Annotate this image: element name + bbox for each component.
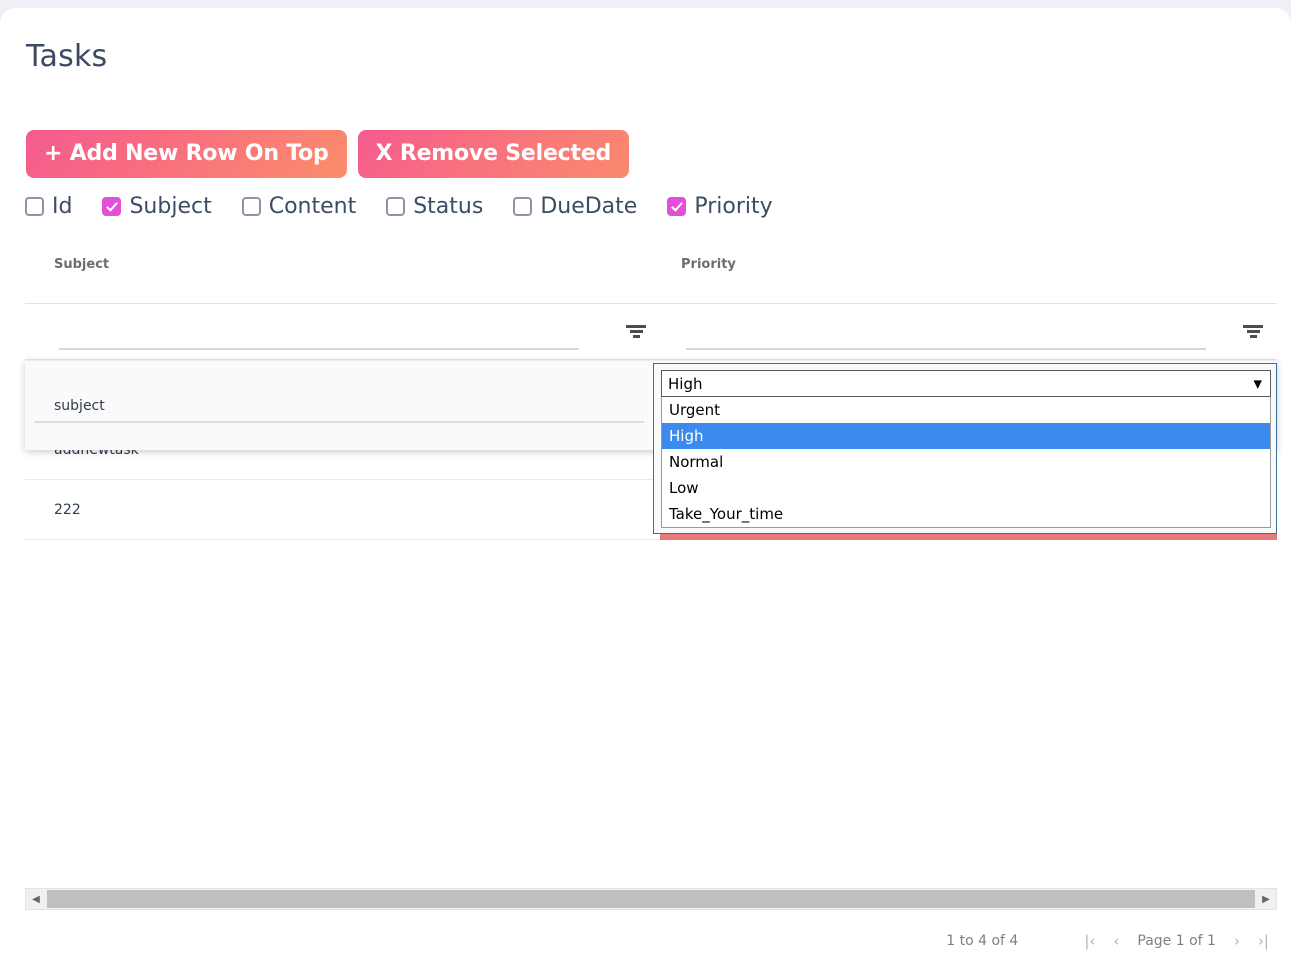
horizontal-scrollbar[interactable]: ◀ ▶ — [25, 888, 1277, 910]
remove-selected-button[interactable]: X Remove Selected — [357, 130, 630, 178]
priority-select-value: High — [668, 374, 703, 393]
page-label: Page 1 of 1 — [1137, 933, 1216, 949]
column-toggle-subject[interactable]: Subject — [102, 194, 212, 219]
checkbox-priority-icon[interactable] — [667, 197, 687, 216]
filter-input-subject[interactable] — [59, 324, 579, 350]
checkbox-content-icon[interactable] — [241, 197, 261, 216]
column-toggle-id-label: Id — [52, 194, 73, 219]
column-toggle-duedate-label: DueDate — [540, 194, 638, 219]
scrollbar-thumb[interactable] — [47, 890, 1255, 908]
checkbox-subject-icon[interactable] — [102, 197, 122, 216]
filter-input-priority[interactable] — [686, 324, 1206, 350]
cell-subject[interactable]: 222 — [25, 480, 660, 540]
add-new-row-button[interactable]: + Add New Row On Top — [26, 130, 347, 178]
column-toggle-status-label: Status — [413, 194, 484, 219]
priority-select-display[interactable]: High ▼ — [661, 370, 1271, 397]
option-urgent[interactable]: Urgent — [662, 397, 1270, 423]
content-card: Tasks + Add New Row On Top X Remove Sele… — [0, 8, 1291, 955]
option-low[interactable]: Low — [662, 475, 1270, 501]
column-toggle-priority-label: Priority — [694, 194, 773, 219]
checkbox-duedate-icon[interactable] — [513, 197, 533, 216]
column-header-subject[interactable]: Subject — [54, 257, 109, 272]
prev-page-button[interactable]: ‹ — [1113, 932, 1119, 950]
checkbox-id-icon[interactable] — [25, 197, 44, 216]
scroll-right-arrow-icon[interactable]: ▶ — [1256, 889, 1276, 909]
checkbox-status-icon[interactable] — [386, 197, 406, 216]
column-toggle-subject-label: Subject — [129, 194, 212, 219]
scroll-left-arrow-icon[interactable]: ◀ — [26, 889, 46, 909]
column-toggle-duedate[interactable]: DueDate — [513, 194, 637, 219]
column-toggle-priority[interactable]: Priority — [667, 194, 773, 219]
option-high[interactable]: High — [662, 423, 1270, 449]
option-normal[interactable]: Normal — [662, 449, 1270, 475]
grid-header-row: Subject Priority — [25, 240, 1277, 304]
pagination: 1 to 4 of 4 |‹ ‹ Page 1 of 1 › ›| — [946, 932, 1269, 950]
column-toggle-group: Id Subject Content Status DueDate Priori… — [25, 194, 803, 219]
filter-icon-priority[interactable] — [1243, 325, 1263, 341]
filter-cell-subject — [33, 304, 660, 360]
tasks-grid: Subject Priority addnewtask 222 subject … — [25, 240, 1277, 905]
filter-cell-priority — [660, 304, 1277, 360]
editor-subject-input[interactable] — [34, 391, 644, 423]
column-toggle-id[interactable]: Id — [25, 194, 72, 219]
column-header-priority[interactable]: Priority — [681, 257, 736, 272]
priority-select-dropdown[interactable]: High ▼ Urgent High Normal Low Take_Your_… — [653, 363, 1277, 534]
next-page-button[interactable]: › — [1234, 932, 1240, 950]
column-toggle-content[interactable]: Content — [241, 194, 357, 219]
grid-filter-row — [25, 304, 1277, 360]
last-page-button[interactable]: ›| — [1258, 932, 1269, 950]
first-page-button[interactable]: |‹ — [1084, 932, 1095, 950]
filter-icon-subject[interactable] — [626, 325, 646, 341]
option-take-your-time[interactable]: Take_Your_time — [662, 501, 1270, 527]
toolbar: + Add New Row On Top X Remove Selected — [26, 130, 630, 178]
pagination-range: 1 to 4 of 4 — [946, 933, 1019, 949]
priority-select-options: Urgent High Normal Low Take_Your_time — [661, 397, 1271, 528]
column-toggle-content-label: Content — [268, 194, 357, 219]
column-toggle-status[interactable]: Status — [386, 194, 483, 219]
page-title: Tasks — [26, 39, 108, 74]
app-root: Tasks + Add New Row On Top X Remove Sele… — [0, 0, 1291, 955]
chevron-down-icon[interactable]: ▼ — [1254, 377, 1262, 390]
